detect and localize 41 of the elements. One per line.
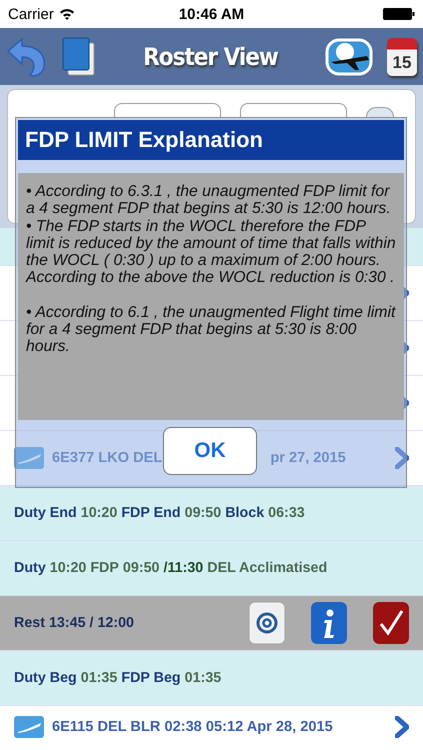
flight-text: 6E115 DEL BLR 02:38 05:12 Apr 28, 2015 [52,718,333,734]
round-button[interactable] [366,107,394,117]
plane-clock-icon[interactable] [325,36,373,78]
duty-label: Block [225,505,264,521]
rest-text: Rest 13:45 / 12:00 [14,615,134,631]
date-field[interactable] [114,103,221,118]
dialog-title: FDP LIMIT Explanation [18,120,404,160]
carrier-label: Carrier [8,6,54,22]
explanation-text: • The FDP starts in the WOCL therefore the FDP limit is reduced by the amount of time that falls within the WOCL ( 0:30 ) up to a maximum of 2:00 hours. According to the above the WOCL reduction is 0:30 . [26,218,396,287]
duty-value: DEL Acclimatised [207,560,328,576]
calendar-icon[interactable]: 15 [387,38,417,76]
clock-time: 10:46 AM [178,6,246,22]
duty-label: Duty [14,560,46,576]
duty-value: 01:35 [80,670,118,686]
duty-label: FDP End [121,505,181,521]
chevron-icon[interactable] [395,447,409,469]
duty-label: Duty Beg [14,670,77,686]
chevron-icon[interactable] [395,716,409,738]
date-field[interactable] [240,103,347,118]
plane-icon [14,447,44,469]
duty-value: 09:50 [122,560,160,576]
explanation-text: • According to 6.3.1 , the unaugmented FDP limit for a 4 segment FDP that begins at 5:30 is 12:00 hours. [26,183,392,218]
duty-value: 09:50 [184,505,222,521]
duty-value: 10:20 [80,505,118,521]
battery-icon [383,8,416,20]
explanation-text: • According to 6.1 , the unaugmented Flight time limit for a 4 segment FDP that begins at 5:30 is 8:00 hours. [26,304,396,356]
book-icon[interactable] [62,36,96,76]
flight-text: pr 27, 2015 [270,450,346,466]
duty-value: /11:30 [164,560,204,576]
screen-title: Roster View [142,42,279,70]
check-icon[interactable] [373,602,409,644]
info-icon[interactable] [311,602,347,644]
duty-value: 06:33 [268,505,305,521]
duty-label: Duty End [14,505,77,521]
plane-icon [14,716,44,738]
duty-label: FDP Beg [121,670,181,686]
ok-button[interactable]: OK [163,427,257,475]
duty-value: 10:20 FDP [50,560,119,576]
flight-text: 6E377 LKO DEL [52,450,162,466]
wifi-icon [58,8,75,20]
duty-value: 01:35 [184,670,222,686]
